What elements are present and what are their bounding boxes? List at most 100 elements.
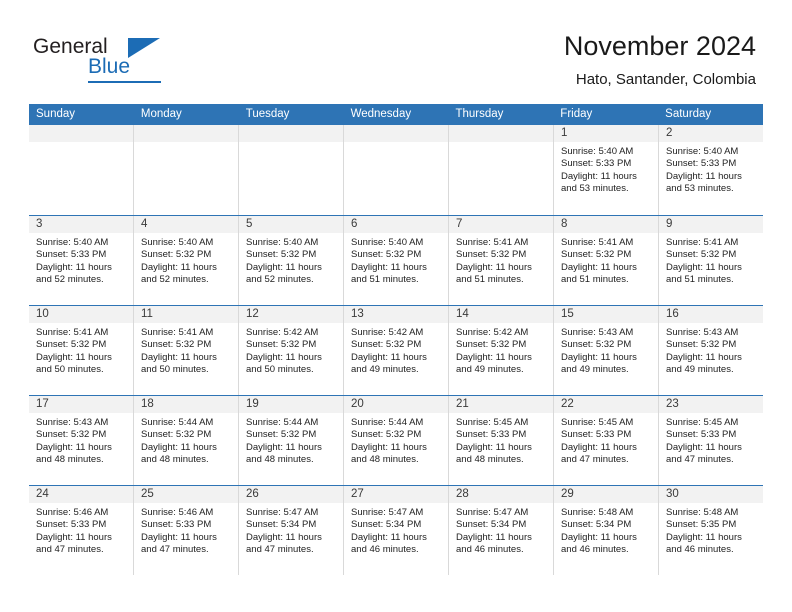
calendar-day-cell[interactable]: 2 Sunrise: 5:40 AM Sunset: 5:33 PM Daylight…	[659, 125, 763, 215]
calendar-day-cell[interactable]: 25 Sunrise: 5:46 AM Sunset: 5:33 PM Dayligh…	[134, 486, 239, 575]
calendar-day-cell[interactable]: 1 Sunrise: 5:40 AM Sunset: 5:33 PM Daylight…	[554, 125, 659, 215]
sunrise-text: Sunrise: 5:41 AM	[36, 327, 109, 338]
sunset-text: Sunset: 5:34 PM	[456, 519, 527, 531]
weekday-header-monday: Monday	[140, 108, 182, 120]
calendar-day-cell[interactable]: 6 Sunrise: 5:40 AM Sunset: 5:32 PM Daylight…	[344, 216, 449, 305]
logo-underline	[88, 81, 161, 83]
calendar-day-cell[interactable]: 15 Sunrise: 5:43 AM Sunset: 5:32 PM Dayligh…	[554, 306, 659, 395]
sunset-text: Sunset: 5:32 PM	[36, 339, 107, 351]
sunset-text: Sunset: 5:34 PM	[246, 519, 317, 531]
calendar-weeks: 1 Sunrise: 5:40 AM Sunset: 5:33 PM Daylight…	[29, 125, 763, 575]
day-number: 16	[659, 306, 763, 323]
sunrise-text: Sunrise: 5:44 AM	[141, 417, 214, 428]
calendar-day-cell[interactable]: 9 Sunrise: 5:41 AM Sunset: 5:32 PM Daylight…	[659, 216, 763, 305]
calendar-day-cell[interactable]: 3 Sunrise: 5:40 AM Sunset: 5:33 PM Daylight…	[29, 216, 134, 305]
sunrise-text: Sunrise: 5:41 AM	[141, 327, 214, 338]
sunset-text: Sunset: 5:32 PM	[141, 429, 212, 441]
calendar-day-cell[interactable]: 23 Sunrise: 5:45 AM Sunset: 5:33 PM Dayligh…	[659, 396, 763, 485]
day-number: 5	[239, 216, 343, 233]
calendar-day-cell[interactable]: 24 Sunrise: 5:46 AM Sunset: 5:33 PM Dayligh…	[29, 486, 134, 575]
calendar-day-cell[interactable]: 29 Sunrise: 5:48 AM Sunset: 5:34 PM Dayligh…	[554, 486, 659, 575]
day-number: 6	[344, 216, 448, 233]
daylight-text: Daylight: 11 hours and 50 minutes.	[246, 351, 322, 375]
daylight-text: Daylight: 11 hours and 51 minutes.	[456, 261, 532, 285]
day-sun-info: Sunrise: 5:43 AM Sunset: 5:32 PM Daylight:…	[554, 323, 658, 376]
calendar-day-cell[interactable]: 16 Sunrise: 5:43 AM Sunset: 5:32 PM Dayligh…	[659, 306, 763, 395]
day-sun-info: Sunrise: 5:45 AM Sunset: 5:33 PM Daylight:…	[449, 413, 553, 466]
sunset-text: Sunset: 5:32 PM	[666, 249, 737, 261]
day-number: 24	[29, 486, 133, 503]
daylight-text: Daylight: 11 hours and 49 minutes.	[351, 351, 427, 375]
sunrise-text: Sunrise: 5:44 AM	[351, 417, 424, 428]
daylight-text: Daylight: 11 hours and 48 minutes.	[246, 441, 322, 465]
day-sun-info: Sunrise: 5:44 AM Sunset: 5:32 PM Daylight:…	[344, 413, 448, 466]
day-sun-info: Sunrise: 5:41 AM Sunset: 5:32 PM Daylight:…	[29, 323, 133, 376]
day-number: 13	[344, 306, 448, 323]
general-blue-logo[interactable]: General Blue	[33, 36, 163, 84]
day-sun-info: Sunrise: 5:40 AM Sunset: 5:33 PM Daylight:…	[29, 233, 133, 286]
calendar-day-cell[interactable]: 19 Sunrise: 5:44 AM Sunset: 5:32 PM Dayligh…	[239, 396, 344, 485]
day-sun-info: Sunrise: 5:40 AM Sunset: 5:32 PM Daylight:…	[344, 233, 448, 286]
sunrise-text: Sunrise: 5:42 AM	[246, 327, 319, 338]
calendar-day-cell[interactable]: 10 Sunrise: 5:41 AM Sunset: 5:32 PM Dayligh…	[29, 306, 134, 395]
daylight-text: Daylight: 11 hours and 46 minutes.	[351, 531, 427, 555]
calendar-page: General Blue November 2024 Hato, Santand…	[0, 0, 792, 612]
day-sun-info: Sunrise: 5:40 AM Sunset: 5:33 PM Daylight:…	[659, 142, 763, 195]
calendar-day-cell[interactable]: 26 Sunrise: 5:47 AM Sunset: 5:34 PM Dayligh…	[239, 486, 344, 575]
calendar-day-cell[interactable]: 11 Sunrise: 5:41 AM Sunset: 5:32 PM Dayligh…	[134, 306, 239, 395]
calendar-day-cell[interactable]: 30 Sunrise: 5:48 AM Sunset: 5:35 PM Dayligh…	[659, 486, 763, 575]
sunrise-text: Sunrise: 5:40 AM	[36, 237, 109, 248]
daylight-text: Daylight: 11 hours and 46 minutes.	[456, 531, 532, 555]
calendar-grid: Sunday Monday Tuesday Wednesday Thursday…	[29, 104, 763, 575]
calendar-day-cell[interactable]: 17 Sunrise: 5:43 AM Sunset: 5:32 PM Dayligh…	[29, 396, 134, 485]
day-number: 28	[449, 486, 553, 503]
sunset-text: Sunset: 5:33 PM	[666, 158, 737, 170]
day-number: 4	[134, 216, 238, 233]
page-title: November 2024	[563, 31, 756, 61]
sunset-text: Sunset: 5:32 PM	[561, 249, 632, 261]
day-sun-info: Sunrise: 5:47 AM Sunset: 5:34 PM Daylight:…	[449, 503, 553, 556]
daylight-text: Daylight: 11 hours and 49 minutes.	[561, 351, 637, 375]
calendar-day-cell[interactable]: 20 Sunrise: 5:44 AM Sunset: 5:32 PM Dayligh…	[344, 396, 449, 485]
day-sun-info: Sunrise: 5:41 AM Sunset: 5:32 PM Daylight:…	[659, 233, 763, 286]
calendar-day-cell[interactable]: 27 Sunrise: 5:47 AM Sunset: 5:34 PM Dayligh…	[344, 486, 449, 575]
sunset-text: Sunset: 5:32 PM	[246, 429, 317, 441]
calendar-week-row: 10 Sunrise: 5:41 AM Sunset: 5:32 PM Dayligh…	[29, 305, 763, 395]
calendar-day-cell[interactable]: 18 Sunrise: 5:44 AM Sunset: 5:32 PM Dayligh…	[134, 396, 239, 485]
calendar-day-cell[interactable]: 4 Sunrise: 5:40 AM Sunset: 5:32 PM Daylight…	[134, 216, 239, 305]
calendar-day-cell[interactable]: 13 Sunrise: 5:42 AM Sunset: 5:32 PM Dayligh…	[344, 306, 449, 395]
day-number: 21	[449, 396, 553, 413]
weekday-header-tuesday: Tuesday	[245, 108, 290, 120]
day-sun-info: Sunrise: 5:44 AM Sunset: 5:32 PM Daylight:…	[134, 413, 238, 466]
sunset-text: Sunset: 5:33 PM	[141, 519, 212, 531]
calendar-day-cell[interactable]: 7 Sunrise: 5:41 AM Sunset: 5:32 PM Daylight…	[449, 216, 554, 305]
calendar-day-cell[interactable]: 12 Sunrise: 5:42 AM Sunset: 5:32 PM Dayligh…	[239, 306, 344, 395]
sunset-text: Sunset: 5:33 PM	[36, 249, 107, 261]
sunset-text: Sunset: 5:35 PM	[666, 519, 737, 531]
weekday-header-saturday: Saturday	[665, 108, 712, 120]
calendar-day-cell[interactable]: 5 Sunrise: 5:40 AM Sunset: 5:32 PM Daylight…	[239, 216, 344, 305]
sunset-text: Sunset: 5:32 PM	[666, 339, 737, 351]
day-number: 7	[449, 216, 553, 233]
day-number	[449, 125, 553, 142]
day-sun-info: Sunrise: 5:42 AM Sunset: 5:32 PM Daylight:…	[449, 323, 553, 376]
calendar-day-cell[interactable]: 21 Sunrise: 5:45 AM Sunset: 5:33 PM Dayligh…	[449, 396, 554, 485]
calendar-day-cell[interactable]: 8 Sunrise: 5:41 AM Sunset: 5:32 PM Daylight…	[554, 216, 659, 305]
sunset-text: Sunset: 5:32 PM	[141, 339, 212, 351]
day-number: 2	[659, 125, 763, 142]
page-header: General Blue November 2024 Hato, Santand…	[0, 0, 792, 103]
day-sun-info: Sunrise: 5:41 AM Sunset: 5:32 PM Daylight:…	[449, 233, 553, 286]
daylight-text: Daylight: 11 hours and 52 minutes.	[246, 261, 322, 285]
sunrise-text: Sunrise: 5:41 AM	[666, 237, 739, 248]
calendar-day-cell[interactable]: 22 Sunrise: 5:45 AM Sunset: 5:33 PM Dayligh…	[554, 396, 659, 485]
day-sun-info: Sunrise: 5:41 AM Sunset: 5:32 PM Daylight:…	[134, 323, 238, 376]
sunrise-text: Sunrise: 5:40 AM	[246, 237, 319, 248]
day-sun-info: Sunrise: 5:48 AM Sunset: 5:34 PM Daylight:…	[554, 503, 658, 556]
sunset-text: Sunset: 5:33 PM	[456, 429, 527, 441]
daylight-text: Daylight: 11 hours and 46 minutes.	[666, 531, 742, 555]
day-sun-info: Sunrise: 5:48 AM Sunset: 5:35 PM Daylight:…	[659, 503, 763, 556]
calendar-day-cell[interactable]: 28 Sunrise: 5:47 AM Sunset: 5:34 PM Dayligh…	[449, 486, 554, 575]
day-number: 27	[344, 486, 448, 503]
calendar-day-cell[interactable]: 14 Sunrise: 5:42 AM Sunset: 5:32 PM Dayligh…	[449, 306, 554, 395]
sunrise-text: Sunrise: 5:43 AM	[561, 327, 634, 338]
